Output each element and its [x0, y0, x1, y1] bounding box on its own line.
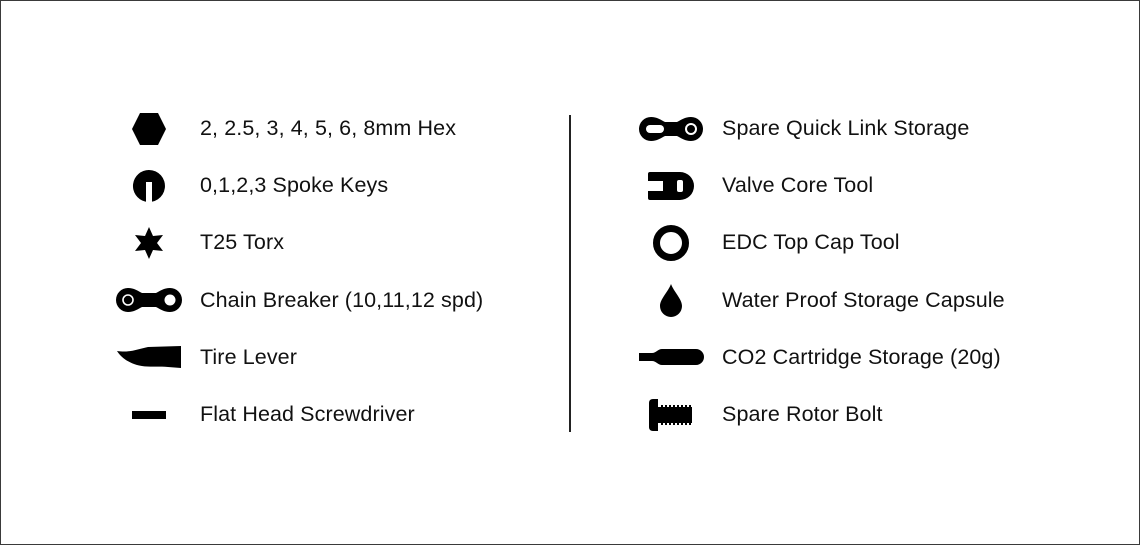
chain-link-icon	[109, 280, 189, 320]
rotor-bolt-icon	[631, 395, 711, 435]
feature-label: 0,1,2,3 Spoke Keys	[200, 173, 389, 198]
feature-item-valve-core: Valve Core Tool	[631, 157, 1005, 214]
right-feature-list: Spare Quick Link Storage Valve Core Tool…	[631, 100, 1005, 443]
feature-label: Water Proof Storage Capsule	[722, 287, 1005, 312]
feature-label: Spare Quick Link Storage	[722, 116, 970, 141]
feature-item-flat-head: Flat Head Screwdriver	[109, 386, 483, 443]
valve-core-icon	[631, 166, 711, 206]
water-drop-icon	[631, 280, 711, 320]
feature-label: Flat Head Screwdriver	[200, 402, 415, 427]
feature-item-co2: CO2 Cartridge Storage (20g)	[631, 329, 1005, 386]
feature-item-quick-link: Spare Quick Link Storage	[631, 100, 1005, 157]
feature-label: T25 Torx	[200, 230, 285, 255]
feature-card: 2, 2.5, 3, 4, 5, 6, 8mm Hex 0,1,2,3 Spok…	[0, 0, 1140, 545]
spoke-key-icon	[109, 166, 189, 206]
feature-item-torx: T25 Torx	[109, 214, 483, 271]
feature-item-rotor-bolt: Spare Rotor Bolt	[631, 386, 1005, 443]
column-divider	[569, 115, 571, 432]
co2-cartridge-icon	[631, 337, 711, 377]
flat-head-screwdriver-icon	[109, 395, 189, 435]
feature-label: Spare Rotor Bolt	[722, 402, 883, 427]
feature-item-hex: 2, 2.5, 3, 4, 5, 6, 8mm Hex	[109, 100, 483, 157]
ring-icon	[631, 223, 711, 263]
feature-label: 2, 2.5, 3, 4, 5, 6, 8mm Hex	[200, 116, 457, 141]
left-feature-list: 2, 2.5, 3, 4, 5, 6, 8mm Hex 0,1,2,3 Spok…	[109, 100, 483, 443]
feature-item-tire-lever: Tire Lever	[109, 329, 483, 386]
feature-label: CO2 Cartridge Storage (20g)	[722, 344, 1001, 369]
torx-icon	[109, 223, 189, 263]
tire-lever-icon	[109, 337, 189, 377]
feature-item-spoke-keys: 0,1,2,3 Spoke Keys	[109, 157, 483, 214]
feature-label: Valve Core Tool	[722, 173, 874, 198]
hex-key-icon	[109, 109, 189, 149]
feature-label: Tire Lever	[200, 344, 297, 369]
feature-label: Chain Breaker (10,11,12 spd)	[200, 287, 484, 312]
feature-item-top-cap: EDC Top Cap Tool	[631, 214, 1005, 271]
quick-link-icon	[631, 109, 711, 149]
feature-item-chain-breaker: Chain Breaker (10,11,12 spd)	[109, 272, 483, 329]
feature-item-storage-capsule: Water Proof Storage Capsule	[631, 272, 1005, 329]
feature-label: EDC Top Cap Tool	[722, 230, 900, 255]
